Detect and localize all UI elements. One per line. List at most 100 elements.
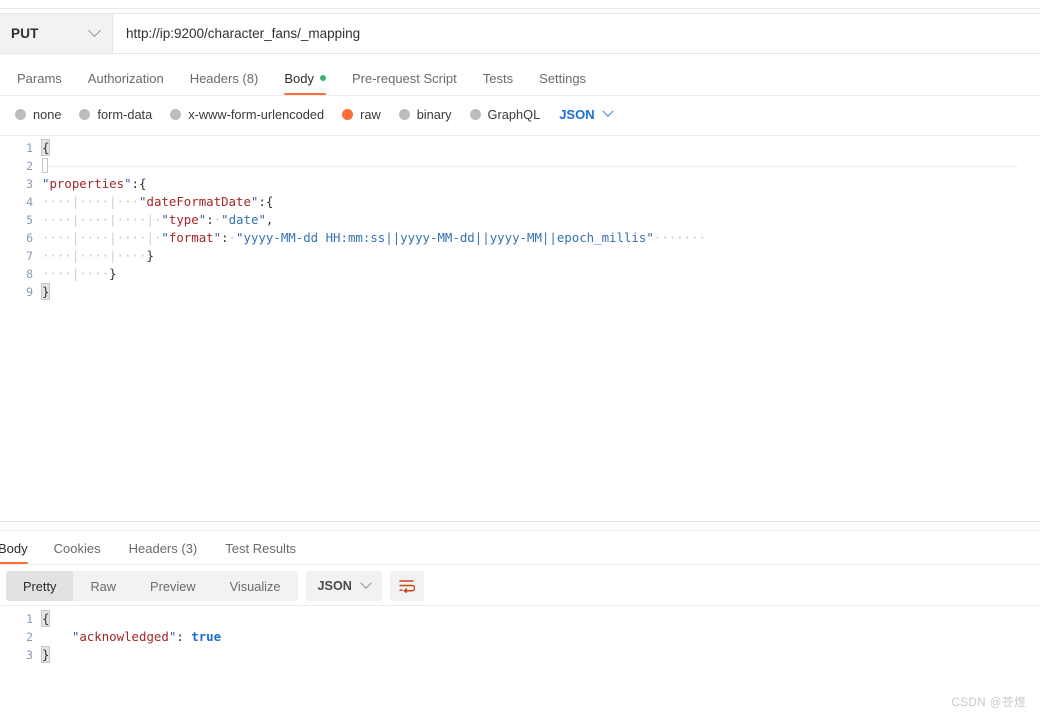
chevron-down-icon — [601, 105, 614, 117]
line-number: 4 — [26, 195, 33, 209]
response-body-viewer[interactable]: 1 { 2 "acknowledged": true 3 } — [0, 610, 1040, 690]
view-preview-label: Preview — [150, 578, 196, 594]
line-number: 1 — [26, 612, 33, 626]
radio-icon — [79, 108, 91, 120]
editor-line: 9 } — [0, 283, 1040, 301]
line-content: "acknowledged": true — [71, 629, 222, 644]
wrap-lines-icon — [399, 580, 416, 593]
view-raw-label: Raw — [90, 578, 117, 594]
request-tab-bar: Params Authorization Headers (8) Body Pr… — [0, 61, 1040, 96]
editor-line-highlight — [48, 166, 1018, 167]
tab-headers[interactable]: Headers (8) — [177, 61, 272, 95]
json-string-value: yyyy-MM-dd HH:mm:ss||yyyy-MM-dd||yyyy-MM… — [243, 230, 647, 245]
line-content: ····|····|····|·"format":·"yyyy-MM-dd HH… — [42, 230, 707, 245]
response-tab-cookies-label: Cookies — [53, 540, 101, 556]
json-key: dateFormatDate — [146, 194, 251, 209]
view-visualize-button[interactable]: Visualize — [213, 571, 298, 601]
tab-settings-label: Settings — [539, 70, 587, 86]
request-body-editor[interactable]: 1 { 2 3 "properties":{ 4 ····|····|···"d… — [0, 139, 1040, 518]
tab-tests-label: Tests — [482, 70, 514, 86]
response-panel-divider — [0, 521, 1040, 522]
editor-line: 4 ····|····|···"dateFormatDate":{ — [0, 193, 1040, 211]
body-type-urlencoded[interactable]: x-www-form-urlencoded — [161, 107, 333, 122]
body-type-form-data[interactable]: form-data — [70, 107, 161, 122]
response-tab-test-results[interactable]: Test Results — [211, 532, 310, 564]
body-format-label: JSON — [559, 106, 595, 122]
json-key: acknowledged — [79, 629, 169, 644]
body-type-form-data-label: form-data — [97, 106, 153, 122]
body-type-graphql[interactable]: GraphQL — [461, 107, 550, 122]
body-type-raw[interactable]: raw — [333, 107, 390, 122]
body-type-binary-label: binary — [416, 106, 452, 122]
line-number: 8 — [26, 267, 33, 281]
chevron-down-icon — [360, 577, 372, 589]
response-tab-body-label: Body — [0, 540, 28, 556]
view-preview-button[interactable]: Preview — [133, 571, 213, 601]
line-content: } — [40, 283, 51, 300]
body-type-none-label: none — [33, 106, 62, 122]
body-type-binary[interactable]: binary — [390, 107, 461, 122]
view-visualize-label: Visualize — [229, 578, 281, 594]
radio-selected-icon — [342, 108, 354, 120]
wrap-lines-button[interactable] — [389, 571, 424, 601]
line-content: ····|····} — [42, 266, 117, 281]
line-number: 7 — [26, 249, 33, 263]
request-url-row: PUT http://ip:9200/character_fans/_mappi… — [0, 13, 1040, 54]
tab-pre-request-script[interactable]: Pre-request Script — [339, 61, 470, 95]
response-format-dropdown[interactable]: JSON — [305, 571, 382, 601]
line-content: { — [40, 610, 51, 627]
response-tab-test-results-label: Test Results — [225, 540, 297, 556]
tab-pre-request-script-label: Pre-request Script — [351, 70, 457, 86]
line-content: ····|····|····} — [42, 248, 154, 263]
line-number: 3 — [26, 648, 33, 662]
response-line: 1 { — [0, 610, 1040, 628]
json-key: format — [168, 230, 214, 245]
body-type-raw-label: raw — [360, 106, 381, 122]
tab-tests[interactable]: Tests — [470, 61, 526, 95]
line-number: 3 — [26, 177, 33, 191]
line-number: 2 — [26, 630, 33, 644]
editor-line: 5 ····|····|····|·"type":·"date", — [0, 211, 1040, 229]
tab-settings[interactable]: Settings — [526, 61, 599, 95]
response-tab-body[interactable]: Body — [0, 532, 40, 565]
radio-icon — [469, 108, 481, 120]
radio-icon — [398, 108, 410, 120]
line-number: 9 — [26, 285, 33, 299]
tab-authorization[interactable]: Authorization — [75, 61, 177, 95]
json-boolean-value: true — [191, 629, 222, 644]
view-pretty-label: Pretty — [23, 578, 57, 594]
response-tab-cookies[interactable]: Cookies — [40, 532, 115, 564]
chevron-down-icon — [88, 24, 101, 38]
tab-headers-label: Headers (8) — [189, 70, 259, 86]
response-tabs-divider — [0, 564, 1040, 565]
line-number: 6 — [26, 231, 33, 245]
response-tab-headers[interactable]: Headers (3) — [115, 532, 212, 564]
request-url-input[interactable]: http://ip:9200/character_fans/_mapping — [113, 13, 1040, 54]
tab-body[interactable]: Body — [271, 61, 339, 96]
line-content: ····|····|···"dateFormatDate":{ — [42, 194, 274, 209]
editor-line: 6 ····|····|····|·"format":·"yyyy-MM-dd … — [0, 229, 1040, 247]
body-type-none[interactable]: none — [6, 107, 70, 122]
line-content: } — [40, 646, 51, 663]
body-format-dropdown[interactable]: JSON — [549, 105, 621, 122]
response-view-segmented-control: Pretty Raw Preview Visualize — [6, 571, 298, 601]
view-pretty-button[interactable]: Pretty — [6, 571, 74, 601]
response-line: 2 "acknowledged": true — [0, 628, 1040, 646]
response-toolbar-divider — [0, 605, 1040, 606]
http-method-dropdown[interactable]: PUT — [0, 13, 113, 54]
tab-params[interactable]: Params — [4, 61, 75, 95]
view-raw-button[interactable]: Raw — [73, 571, 133, 601]
line-content: { — [40, 139, 51, 156]
tab-body-label: Body — [284, 70, 314, 86]
radio-icon — [170, 108, 182, 120]
editor-line: 7 ····|····|····} — [0, 247, 1040, 265]
response-view-toolbar: Pretty Raw Preview Visualize JSON — [6, 570, 424, 602]
line-number: 5 — [26, 213, 33, 227]
body-type-urlencoded-label: x-www-form-urlencoded — [188, 106, 325, 122]
line-content: "properties":{ — [42, 176, 147, 191]
editor-line: 2 — [0, 157, 1040, 175]
body-type-graphql-label: GraphQL — [487, 106, 541, 122]
request-tabs-divider — [0, 95, 1040, 96]
postman-window: PUT http://ip:9200/character_fans/_mappi… — [0, 0, 1040, 719]
watermark: CSDN @苍煜 — [951, 697, 1026, 709]
